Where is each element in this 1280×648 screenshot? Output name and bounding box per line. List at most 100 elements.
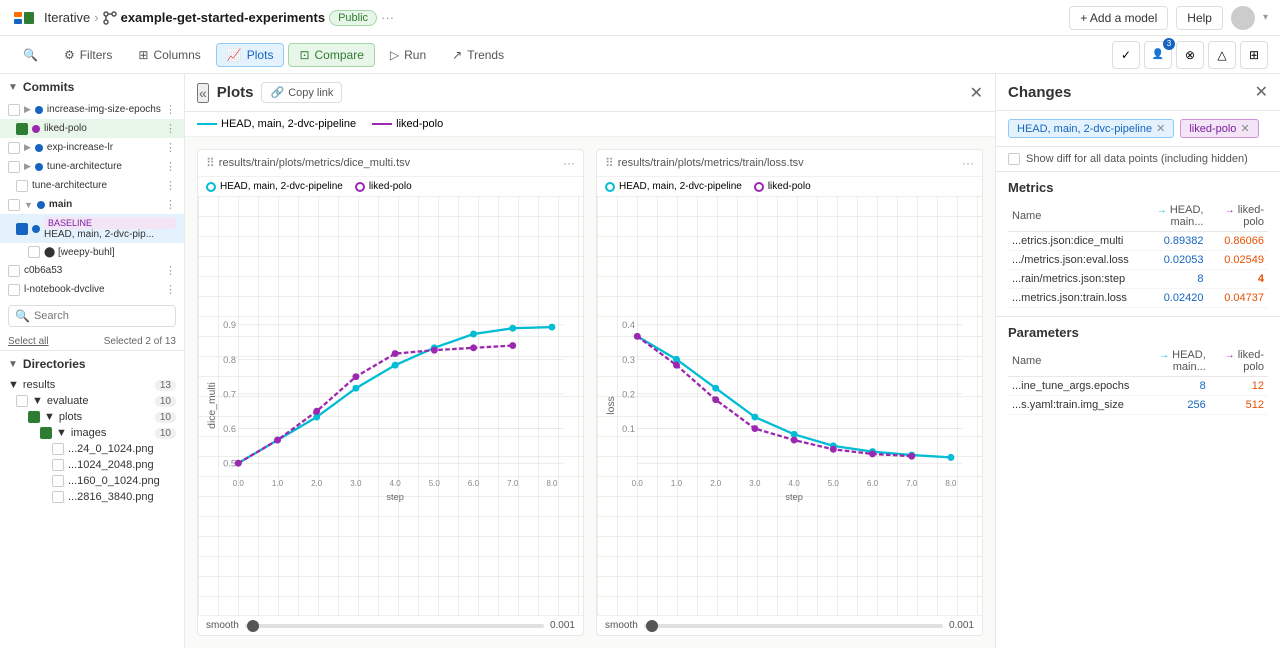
commit-item-l-notebook[interactable]: l-notebook-dvclive ⋮ bbox=[0, 280, 184, 299]
dir-item-2816-png[interactable]: ...2816_3840.png bbox=[0, 489, 184, 505]
params-col-head: → HEAD, main... bbox=[1133, 346, 1209, 377]
tune2-more-icon[interactable]: ⋮ bbox=[165, 179, 176, 192]
metric-polo-val: 0.02549 bbox=[1207, 251, 1268, 270]
commit-more-icon[interactable]: ⋮ bbox=[165, 103, 176, 116]
trends-button[interactable]: ↗ Trends bbox=[441, 43, 515, 67]
dir-item-evaluate[interactable]: ▼ evaluate 10 bbox=[0, 393, 184, 409]
smooth-handle-loss[interactable] bbox=[646, 620, 658, 632]
liked-polo-more-icon[interactable]: ⋮ bbox=[165, 122, 176, 135]
tune-more-icon[interactable]: ⋮ bbox=[165, 160, 176, 173]
metric-head-val: 0.02053 bbox=[1133, 251, 1208, 270]
dir-checkbox-24png[interactable] bbox=[52, 443, 64, 455]
repo-name[interactable]: example-get-started-experiments bbox=[121, 10, 325, 25]
dir-item-plots[interactable]: ▼ plots 10 bbox=[0, 409, 184, 425]
more-options-icon[interactable]: ··· bbox=[381, 10, 394, 25]
search-box[interactable]: 🔍 bbox=[8, 305, 176, 327]
changes-tag-polo-close[interactable]: ✕ bbox=[1240, 122, 1249, 135]
svg-text:step: step bbox=[386, 492, 403, 502]
toolbar-icon-4[interactable]: △ bbox=[1208, 41, 1236, 69]
smooth-row-dice: smooth 0.001 bbox=[198, 615, 583, 635]
search-input[interactable] bbox=[34, 310, 176, 322]
add-model-button[interactable]: + Add a model bbox=[1069, 6, 1168, 30]
commit-item-main[interactable]: ▼ main ⋮ bbox=[0, 195, 184, 214]
commit-checkbox-eb6a69[interactable] bbox=[28, 246, 40, 258]
changes-panel: Changes ✕ HEAD, main, 2-dvc-pipeline ✕ l… bbox=[995, 74, 1280, 648]
diff-checkbox[interactable] bbox=[1008, 153, 1020, 165]
commit-checkbox-tune2[interactable] bbox=[16, 180, 28, 192]
dir-item-1024-png[interactable]: ...1024_2048.png bbox=[0, 457, 184, 473]
toolbar-icon-2[interactable]: 👤 3 bbox=[1144, 41, 1172, 69]
compare-button[interactable]: ⊡ Compare bbox=[288, 43, 374, 67]
commit-label-liked-polo: liked-polo bbox=[44, 123, 87, 134]
commit-item-head-main[interactable]: BASELINE HEAD, main, 2-dvc-pip... bbox=[0, 214, 184, 243]
dir-item-images[interactable]: ▼ images 10 bbox=[0, 425, 184, 441]
main-more-icon[interactable]: ⋮ bbox=[165, 198, 176, 211]
commit-item-increase-img[interactable]: ▶ increase-img-size-epochs ⋮ bbox=[0, 100, 184, 119]
select-all-label[interactable]: Select all bbox=[8, 336, 49, 347]
dir-checkbox-2816png[interactable] bbox=[52, 491, 64, 503]
run-button[interactable]: ▷ Run bbox=[379, 43, 437, 67]
plots-button[interactable]: 📈 Plots bbox=[216, 43, 285, 67]
dir-checkbox-plots[interactable] bbox=[28, 411, 40, 423]
toolbar-icon-3[interactable]: ⊗ bbox=[1176, 41, 1204, 69]
metric-name: .../metrics.json:eval.loss bbox=[1008, 251, 1133, 270]
svg-text:0.5: 0.5 bbox=[223, 459, 236, 469]
avatar[interactable] bbox=[1231, 6, 1255, 30]
commit-item-liked-polo[interactable]: liked-polo ⋮ bbox=[0, 119, 184, 138]
chart-more-dice[interactable]: ··· bbox=[563, 156, 575, 170]
search-toolbar-button[interactable]: 🔍 bbox=[12, 43, 49, 67]
close-plots-button[interactable]: ✕ bbox=[970, 83, 983, 103]
commit-checkbox-increase-img[interactable] bbox=[8, 104, 20, 116]
commits-section-header[interactable]: ▼ Commits bbox=[0, 74, 184, 100]
copy-link-button[interactable]: 🔗 Copy link bbox=[261, 82, 342, 103]
legend-purple: liked-polo bbox=[372, 118, 443, 130]
commit-item-exp-increase-lr[interactable]: ▶ exp-increase-lr ⋮ bbox=[0, 138, 184, 157]
dir-item-160-png[interactable]: ...160_0_1024.png bbox=[0, 473, 184, 489]
dir-checkbox-1024png[interactable] bbox=[52, 459, 64, 471]
toolbar-icon-5[interactable]: ⊞ bbox=[1240, 41, 1268, 69]
commit-item-tune-arch-2[interactable]: tune-architecture ⋮ bbox=[0, 176, 184, 195]
commit-label-eb6a69: ⬤ [weepy-buhl] bbox=[44, 247, 115, 258]
avatar-dropdown-icon[interactable]: ▾ bbox=[1263, 12, 1268, 23]
notebook-more-icon[interactable]: ⋮ bbox=[165, 283, 176, 296]
commit-item-tune-arch[interactable]: ▶ tune-architecture ⋮ bbox=[0, 157, 184, 176]
dir-item-results[interactable]: ▼ results 13 bbox=[0, 377, 184, 393]
close-changes-button[interactable]: ✕ bbox=[1255, 82, 1268, 102]
svg-text:1.0: 1.0 bbox=[272, 479, 284, 488]
commit-checkbox-notebook[interactable] bbox=[8, 284, 20, 296]
dir-checkbox-160png[interactable] bbox=[52, 475, 64, 487]
help-button[interactable]: Help bbox=[1176, 6, 1223, 30]
dir-checkbox-evaluate[interactable] bbox=[16, 395, 28, 407]
exp-more-icon[interactable]: ⋮ bbox=[165, 141, 176, 154]
commit-checkbox-exp[interactable] bbox=[8, 142, 20, 154]
columns-button[interactable]: ⊞ Columns bbox=[127, 43, 211, 67]
commit-checkbox-main[interactable] bbox=[8, 199, 20, 211]
commit-item-eb6a69[interactable]: ⬤ [weepy-buhl] bbox=[0, 243, 184, 261]
dir-item-24-png[interactable]: ...24_0_1024.png bbox=[0, 441, 184, 457]
org-name[interactable]: Iterative bbox=[44, 10, 90, 25]
dir-label-24png: ...24_0_1024.png bbox=[68, 443, 154, 455]
filters-button[interactable]: ⚙ Filters bbox=[53, 43, 123, 67]
drag-icon-dice[interactable]: ⠿ bbox=[206, 156, 215, 170]
directories-section-header[interactable]: ▼ Directories bbox=[0, 351, 184, 377]
drag-icon-loss[interactable]: ⠿ bbox=[605, 156, 614, 170]
toolbar-icon-1[interactable]: ✓ bbox=[1112, 41, 1140, 69]
legend-teal: HEAD, main, 2-dvc-pipeline bbox=[197, 118, 356, 130]
collapse-button[interactable]: « bbox=[197, 83, 209, 103]
commit-checkbox-tune[interactable] bbox=[8, 161, 20, 173]
smooth-slider-loss[interactable] bbox=[644, 624, 943, 628]
commit-label-main: main bbox=[49, 199, 72, 210]
chart-more-loss[interactable]: ··· bbox=[962, 156, 974, 170]
commit-item-c0b6a53[interactable]: c0b6a53 ⋮ bbox=[0, 261, 184, 280]
c0b6-more-icon[interactable]: ⋮ bbox=[165, 264, 176, 277]
commit-checkbox-head[interactable] bbox=[16, 223, 28, 235]
changes-tag-head-close[interactable]: ✕ bbox=[1156, 122, 1165, 135]
smooth-handle-dice[interactable] bbox=[247, 620, 259, 632]
svg-text:2.0: 2.0 bbox=[710, 479, 722, 488]
changes-tag-head: HEAD, main, 2-dvc-pipeline ✕ bbox=[1008, 119, 1174, 138]
dir-checkbox-images[interactable] bbox=[40, 427, 52, 439]
chart-train-loss: ⠿ results/train/plots/metrics/train/loss… bbox=[596, 149, 983, 636]
commit-checkbox-liked-polo[interactable] bbox=[16, 123, 28, 135]
commit-checkbox-c0b6a53[interactable] bbox=[8, 265, 20, 277]
smooth-slider-dice[interactable] bbox=[245, 624, 544, 628]
